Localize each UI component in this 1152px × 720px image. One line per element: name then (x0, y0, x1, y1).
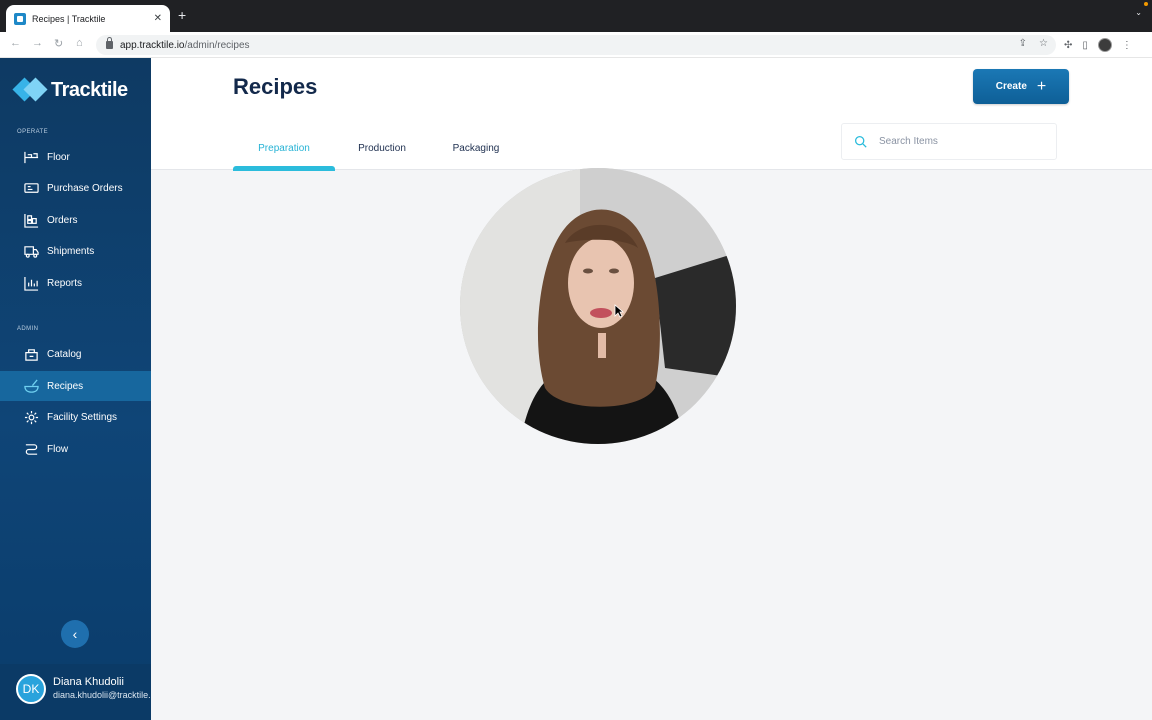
purchase-orders-icon (24, 181, 39, 196)
extensions-puzzle-icon[interactable]: ✣ (1064, 40, 1072, 51)
sidebar-item-recipes[interactable]: Recipes (0, 371, 151, 401)
logo-text: Tracktile (51, 78, 128, 101)
user-profile[interactable]: DK Diana Khudolii diana.khudolii@trackti… (0, 664, 151, 720)
mouse-cursor-icon (614, 304, 624, 318)
browser-menu-icon[interactable]: ⋮ (1122, 40, 1132, 51)
reload-icon[interactable]: ↻ (54, 37, 63, 50)
sidebar-item-reports[interactable]: Reports (0, 268, 151, 298)
close-tab-icon[interactable]: ✕ (154, 13, 162, 24)
gear-icon (24, 410, 39, 425)
browser-toolbar: ← → ↻ ⌂ app.tracktile.io/admin/recipes ⇪… (0, 32, 1152, 58)
tracktile-favicon-icon (14, 12, 26, 25)
browser-tab-bar: Recipes | Tracktile ✕ + ⌄ (0, 0, 1152, 32)
sidebar-item-label: Shipments (47, 245, 95, 257)
lock-icon (106, 37, 113, 49)
tracktile-logo[interactable]: Tracktile (12, 77, 128, 102)
page-title: Recipes (233, 74, 318, 99)
sidebar-item-shipments[interactable]: Shipments (0, 236, 151, 266)
create-button-label: Create (995, 81, 1027, 92)
create-button[interactable]: Create + (973, 69, 1069, 104)
address-bar[interactable]: app.tracktile.io/admin/recipes ⇪ ☆ (96, 35, 1056, 55)
webcam-overlay (460, 168, 736, 444)
sidebar-item-purchase-orders[interactable]: Purchase Orders (0, 173, 151, 203)
bookmark-star-icon[interactable]: ☆ (1039, 38, 1048, 49)
bar-chart-icon (24, 276, 39, 291)
user-email: diana.khudolii@tracktile.io (53, 690, 151, 700)
section-label-operate: OPERATE (17, 129, 49, 135)
catalog-icon (24, 347, 39, 362)
search-box[interactable] (841, 123, 1057, 160)
tab-search-chevron-icon[interactable]: ⌄ (1135, 8, 1142, 17)
tab-preparation[interactable]: Preparation (233, 132, 335, 171)
profile-avatar[interactable] (1097, 38, 1112, 52)
section-label-admin: ADMIN (17, 326, 39, 332)
tab-production[interactable]: Production (347, 132, 417, 170)
sidebar-item-label: Orders (47, 214, 78, 226)
flow-icon (24, 442, 39, 457)
url-text: app.tracktile.io/admin/recipes (120, 39, 250, 51)
side-panel-icon[interactable]: ▯ (1082, 40, 1088, 51)
new-tab-icon[interactable]: + (178, 7, 186, 23)
avatar: DK (16, 674, 46, 704)
sidebar-item-label: Purchase Orders (47, 182, 123, 194)
search-input[interactable] (879, 136, 1039, 147)
sidebar: Tracktile OPERATE Floor Purchase Orders … (0, 58, 151, 720)
active-tab-indicator (233, 166, 335, 171)
sidebar-item-label: Floor (47, 151, 70, 163)
recording-indicator (1144, 2, 1148, 6)
sidebar-item-floor[interactable]: Floor (0, 142, 151, 172)
forward-arrow-icon[interactable]: → (32, 37, 43, 49)
tab-packaging[interactable]: Packaging (441, 132, 511, 170)
browser-tab-title: Recipes | Tracktile (32, 13, 106, 24)
chevron-left-icon: ‹ (72, 626, 78, 642)
search-icon (854, 135, 867, 148)
back-arrow-icon[interactable]: ← (10, 37, 21, 49)
truck-icon (24, 244, 39, 259)
user-name: Diana Khudolii (53, 676, 124, 688)
sidebar-item-label: Flow (47, 443, 69, 455)
collapse-sidebar-button[interactable]: ‹ (61, 620, 89, 648)
sidebar-item-label: Recipes (47, 380, 84, 392)
tracktile-logo-icon (12, 77, 48, 102)
orders-icon (24, 213, 39, 228)
sidebar-item-catalog[interactable]: Catalog (0, 339, 151, 369)
sidebar-item-label: Facility Settings (47, 411, 118, 423)
sidebar-item-orders[interactable]: Orders (0, 205, 151, 235)
mortar-pestle-icon (24, 379, 39, 394)
sidebar-item-label: Reports (47, 277, 83, 289)
share-icon[interactable]: ⇪ (1019, 38, 1027, 49)
browser-tab[interactable]: Recipes | Tracktile ✕ (6, 5, 170, 32)
floor-icon (24, 150, 39, 165)
sidebar-item-label: Catalog (47, 348, 82, 360)
page-header: Recipes Create + Preparation Production … (151, 58, 1152, 171)
plus-icon: + (1036, 77, 1047, 95)
sidebar-item-facility-settings[interactable]: Facility Settings (0, 402, 151, 432)
sidebar-item-flow[interactable]: Flow (0, 434, 151, 464)
home-icon[interactable]: ⌂ (76, 37, 83, 49)
